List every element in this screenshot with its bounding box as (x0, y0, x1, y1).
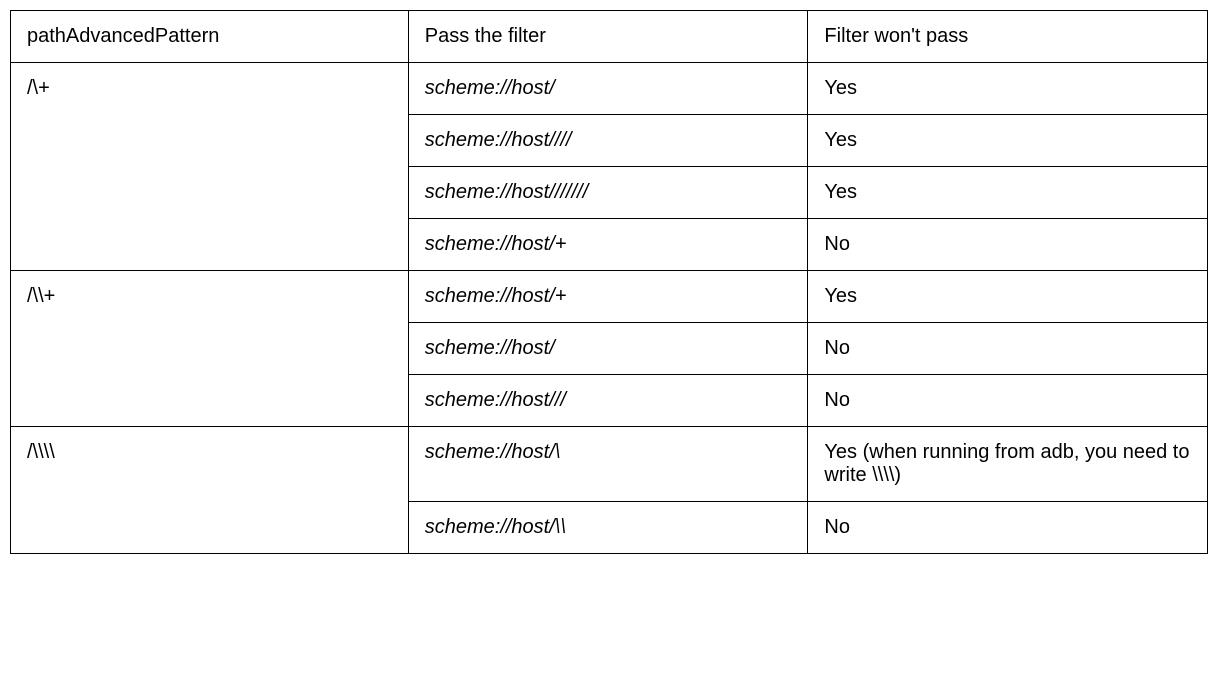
pattern-cell: /\\+ (11, 271, 409, 427)
pattern-cell: /\+ (11, 63, 409, 271)
result-cell: Yes (when running from adb, you need to … (808, 427, 1208, 502)
pass-cell: scheme://host/// (408, 375, 808, 427)
pass-cell: scheme://host/\ (408, 427, 808, 502)
pass-cell: scheme://host/+ (408, 271, 808, 323)
result-cell: Yes (808, 63, 1208, 115)
result-cell: No (808, 375, 1208, 427)
pattern-table: pathAdvancedPattern Pass the filter Filt… (10, 10, 1208, 554)
pattern-cell: /\\\\ (11, 427, 409, 554)
header-col2: Pass the filter (408, 11, 808, 63)
result-cell: Yes (808, 167, 1208, 219)
pass-cell: scheme://host//// (408, 115, 808, 167)
result-cell: Yes (808, 115, 1208, 167)
header-col3: Filter won't pass (808, 11, 1208, 63)
pass-cell: scheme://host/+ (408, 219, 808, 271)
header-col1: pathAdvancedPattern (11, 11, 409, 63)
result-cell: No (808, 502, 1208, 554)
table-row: /\+ scheme://host/ Yes (11, 63, 1208, 115)
table-row: /\\+ scheme://host/+ Yes (11, 271, 1208, 323)
pass-cell: scheme://host/////// (408, 167, 808, 219)
result-cell: No (808, 323, 1208, 375)
pass-cell: scheme://host/ (408, 63, 808, 115)
result-cell: No (808, 219, 1208, 271)
table-row: /\\\\ scheme://host/\ Yes (when running … (11, 427, 1208, 502)
result-cell: Yes (808, 271, 1208, 323)
table-header-row: pathAdvancedPattern Pass the filter Filt… (11, 11, 1208, 63)
pass-cell: scheme://host/\\ (408, 502, 808, 554)
pass-cell: scheme://host/ (408, 323, 808, 375)
